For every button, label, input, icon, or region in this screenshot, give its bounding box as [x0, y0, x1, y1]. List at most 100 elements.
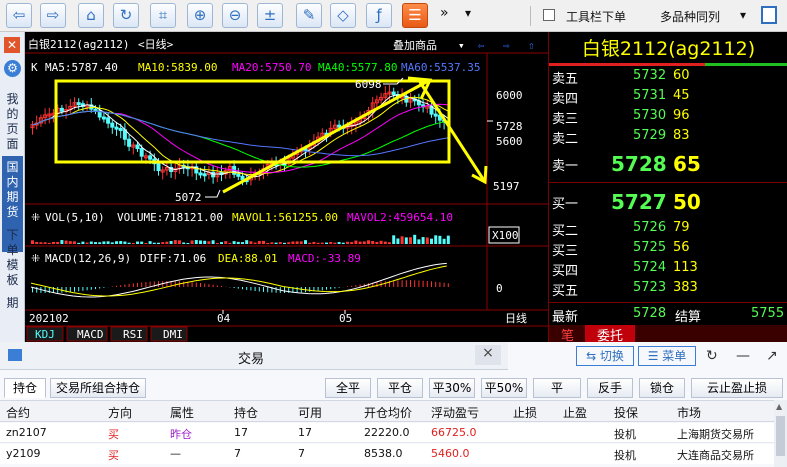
trade-close-button[interactable]: × — [475, 345, 501, 365]
ask4-row[interactable]: 卖四 5731 45 — [549, 88, 787, 107]
layout-icon[interactable] — [761, 6, 777, 24]
volume-bar — [236, 241, 240, 244]
col-position[interactable]: 持仓 — [234, 404, 258, 421]
table-row[interactable]: y2109 买 — 7 7 8538.0 5460.0 投机 大连商品交易所 — [0, 444, 774, 464]
sidebar-item-my-page[interactable]: 我的页面 — [4, 92, 21, 152]
candle-body — [101, 116, 106, 120]
chart-next-icon[interactable]: ⇨ — [503, 39, 510, 52]
sync-icon[interactable]: ↻ — [706, 348, 718, 364]
volume-bar — [157, 242, 160, 244]
zoom-in-icon[interactable]: ⊕ — [187, 3, 213, 28]
tab-exchange-combo[interactable]: 交易所组合持仓 — [50, 378, 146, 398]
col-take-profit[interactable]: 止盈 — [563, 404, 587, 421]
candle-body — [59, 107, 64, 112]
refresh-icon[interactable]: ↻ — [113, 3, 139, 28]
volume-bar — [371, 240, 375, 244]
more-button[interactable]: » — [440, 5, 449, 21]
volume-bar — [173, 240, 177, 244]
switch-button[interactable]: ⇆ 切换 — [576, 346, 634, 366]
forward-arrow-icon[interactable]: ⇨ — [40, 3, 66, 28]
bid1-row[interactable]: 买一 5727 50 — [549, 190, 787, 214]
ask1-label: 卖一 — [552, 159, 579, 174]
col-available[interactable]: 可用 — [298, 404, 322, 421]
bid5-row[interactable]: 买五 5723 383 — [549, 280, 787, 299]
col-contract[interactable]: 合约 — [6, 404, 30, 421]
tab-positions[interactable]: 持仓 — [4, 378, 46, 398]
cell-market: 大连商品交易所 — [677, 449, 754, 462]
bid5-label: 买五 — [552, 284, 579, 299]
ask2-price: 5729 — [633, 128, 667, 143]
close-position-button[interactable]: 平仓 — [377, 378, 423, 398]
expand-icon[interactable]: ↗ — [766, 348, 778, 364]
close-all-button[interactable]: 全平 — [325, 378, 371, 398]
volume-bar — [274, 242, 278, 244]
calculator-icon[interactable]: ± — [257, 3, 283, 28]
ask3-row[interactable]: 卖三 5730 96 — [549, 108, 787, 127]
ask2-row[interactable]: 卖二 5729 83 — [549, 128, 787, 147]
cloud-stop-button[interactable]: 云止盈止损 — [691, 378, 783, 398]
close-icon[interactable]: ✕ — [4, 37, 20, 53]
sidebar-item-order-template[interactable]: 下单模板 — [4, 228, 21, 288]
dropdown-arrow-icon[interactable]: ▾ — [465, 6, 471, 20]
zoom-out-icon[interactable]: ⊖ — [222, 3, 248, 28]
home-icon[interactable]: ⌂ — [78, 3, 104, 28]
sidebar-item-period[interactable]: 期 — [4, 296, 21, 311]
macd-dea-line — [30, 265, 447, 297]
candle-body — [148, 155, 153, 160]
sidebar-item-label: 国内期货 — [6, 160, 19, 219]
cell-position: 7 — [234, 447, 241, 460]
gear-icon[interactable]: ⚙ — [4, 60, 21, 77]
tag-icon[interactable]: ◇ — [330, 3, 356, 28]
ask5-row[interactable]: 卖五 5732 60 — [549, 68, 787, 87]
quote-green-bar — [705, 63, 787, 66]
macd-zero-label: 0 — [496, 282, 503, 295]
close-100-button[interactable]: 平100% — [533, 378, 581, 414]
chart-expand-icon[interactable]: ⇧ — [528, 39, 535, 52]
period-axis-label: 日线 — [505, 311, 527, 325]
table-scrollbar[interactable]: ▲ — [774, 400, 787, 467]
volume-bar — [194, 240, 198, 244]
scroll-up-icon[interactable]: ▲ — [776, 402, 782, 411]
quote-title: 白银2112(ag2112) — [581, 38, 756, 60]
overlay-dropdown-icon[interactable]: ▾ — [458, 39, 465, 52]
close-50-button[interactable]: 平50% — [481, 378, 527, 398]
quote-red-bar — [549, 63, 705, 66]
menu-button[interactable]: ☰ 菜单 — [638, 346, 696, 366]
bid2-row[interactable]: 买二 5726 79 — [549, 220, 787, 239]
overlay-button[interactable]: 叠加商品 — [393, 38, 437, 52]
volume-bar — [253, 242, 257, 244]
col-float-pnl[interactable]: 浮动盈亏 — [431, 404, 479, 421]
volume-bar — [304, 240, 307, 244]
col-hedge[interactable]: 投保 — [614, 404, 638, 421]
col-attr[interactable]: 属性 — [170, 404, 194, 421]
list-icon[interactable]: ☰ — [402, 3, 428, 28]
col-market[interactable]: 市场 — [677, 404, 701, 421]
toolbar-order-checkbox[interactable] — [543, 9, 555, 21]
close-30-button[interactable]: 平30% — [429, 378, 475, 398]
chart-prev-icon[interactable]: ⇦ — [478, 39, 485, 52]
multi-symbol-dropdown[interactable]: 多品种同列 — [660, 8, 720, 25]
pen-icon[interactable]: ✎ — [296, 3, 322, 28]
crop-icon[interactable]: ⌗ — [150, 3, 176, 28]
candle-body — [110, 122, 115, 128]
col-stop-loss[interactable]: 止损 — [513, 404, 537, 421]
formula-icon[interactable]: ƒ — [366, 3, 392, 28]
lock-button[interactable]: 锁仓 — [639, 378, 685, 398]
back-arrow-icon[interactable]: ⇦ — [6, 3, 32, 28]
multi-symbol-chevron-icon[interactable]: ▾ — [740, 8, 746, 22]
volume-bar — [144, 242, 148, 244]
volume-bar — [434, 235, 438, 244]
restore-icon[interactable]: — — [736, 348, 750, 364]
col-direction[interactable]: 方向 — [108, 404, 132, 421]
bid3-row[interactable]: 买三 5725 56 — [549, 240, 787, 259]
kline-chart[interactable]: 白银2112(ag2112) <日线> 叠加商品 ▾ ⇦ ⇨ ⇧ K MA5:5… — [25, 32, 548, 342]
volume-bar — [388, 242, 391, 244]
tab-orders[interactable]: 委托 — [585, 325, 635, 344]
reverse-button[interactable]: 反手 — [587, 378, 633, 398]
ask1-row[interactable]: 卖一 5728 65 — [549, 152, 787, 176]
bid4-row[interactable]: 买四 5724 113 — [549, 260, 787, 279]
scroll-thumb[interactable] — [776, 416, 785, 456]
candle-body — [156, 163, 161, 172]
col-avg-price[interactable]: 开仓均价 — [364, 404, 412, 421]
table-row[interactable]: zn2107 买 昨仓 17 17 22220.0 66725.0 投机 上海期… — [0, 423, 774, 443]
